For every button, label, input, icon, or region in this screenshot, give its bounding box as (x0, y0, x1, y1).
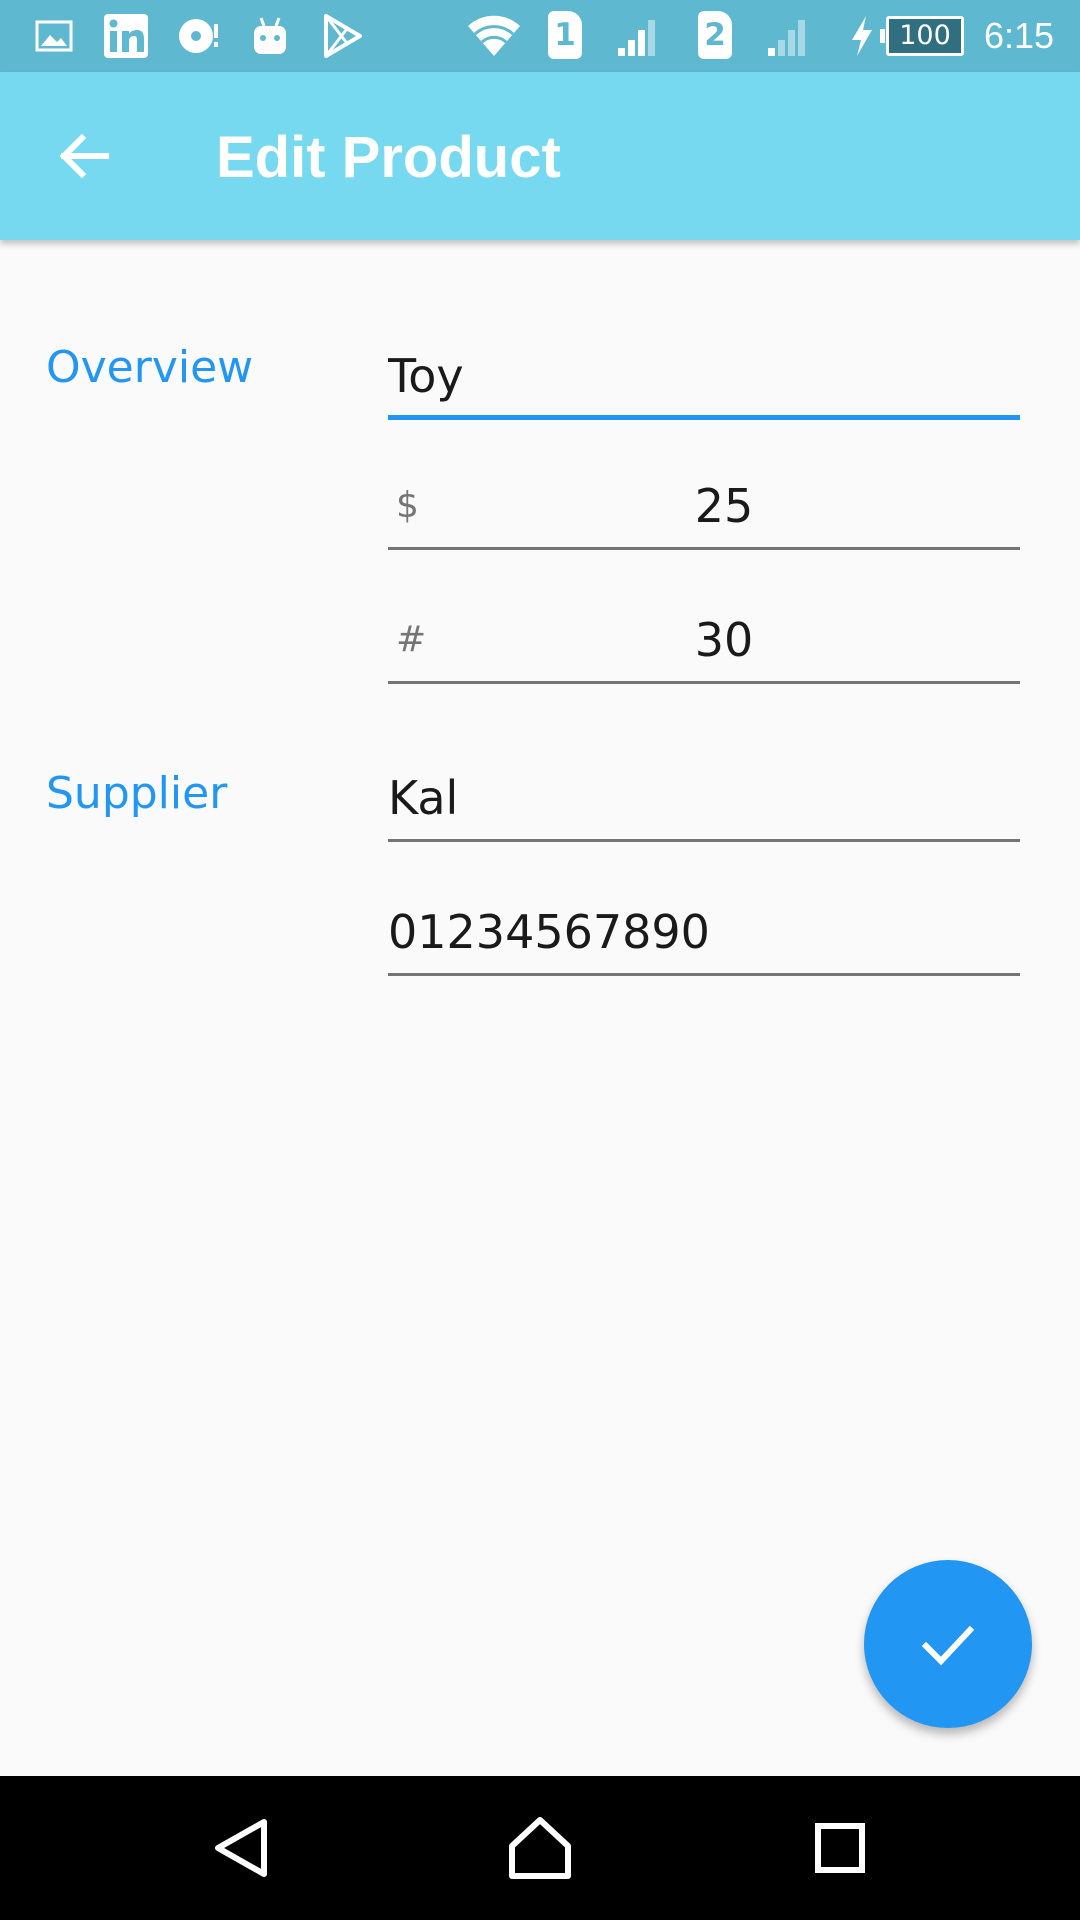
save-fab-button[interactable] (864, 1560, 1032, 1728)
android-icon (250, 12, 290, 60)
supplier-name-field[interactable] (388, 758, 1020, 842)
back-triangle-icon[interactable] (192, 1800, 288, 1896)
sim1-icon: 1 (548, 11, 582, 59)
price-input[interactable] (388, 466, 1020, 546)
arrow-back-icon[interactable] (42, 114, 126, 198)
product-name-input[interactable] (388, 336, 1020, 416)
quantity-input[interactable] (388, 600, 1020, 680)
navigation-bar (0, 1776, 1080, 1920)
play-store-icon (322, 12, 364, 60)
battery-icon: 100 (880, 16, 964, 56)
supplier-phone-field[interactable] (388, 892, 1020, 976)
app-bar: Edit Product (0, 72, 1080, 240)
battery-level: 100 (899, 20, 951, 51)
signal2-icon (764, 12, 816, 60)
quantity-field[interactable]: # (388, 600, 1020, 684)
linkedin-icon (102, 12, 150, 60)
wifi-icon (464, 12, 524, 60)
overview-label: Overview (46, 342, 254, 393)
music-icon (176, 12, 222, 60)
signal1-icon (614, 12, 666, 60)
check-icon (921, 1625, 975, 1666)
gallery-icon (34, 12, 74, 60)
charging-icon (848, 12, 876, 60)
supplier-phone-input[interactable] (388, 892, 1020, 972)
recents-icon[interactable] (792, 1800, 888, 1896)
status-clock: 6:15 (984, 15, 1055, 56)
page-title: Edit Product (216, 125, 561, 190)
price-field[interactable]: $ (388, 466, 1020, 550)
home-icon[interactable] (492, 1800, 588, 1896)
status-bar: 1 2 100 6:15 (0, 0, 1080, 72)
sim2-icon: 2 (698, 11, 732, 59)
product-name-field[interactable] (388, 336, 1020, 420)
supplier-name-input[interactable] (388, 758, 1020, 838)
supplier-label: Supplier (46, 768, 228, 819)
